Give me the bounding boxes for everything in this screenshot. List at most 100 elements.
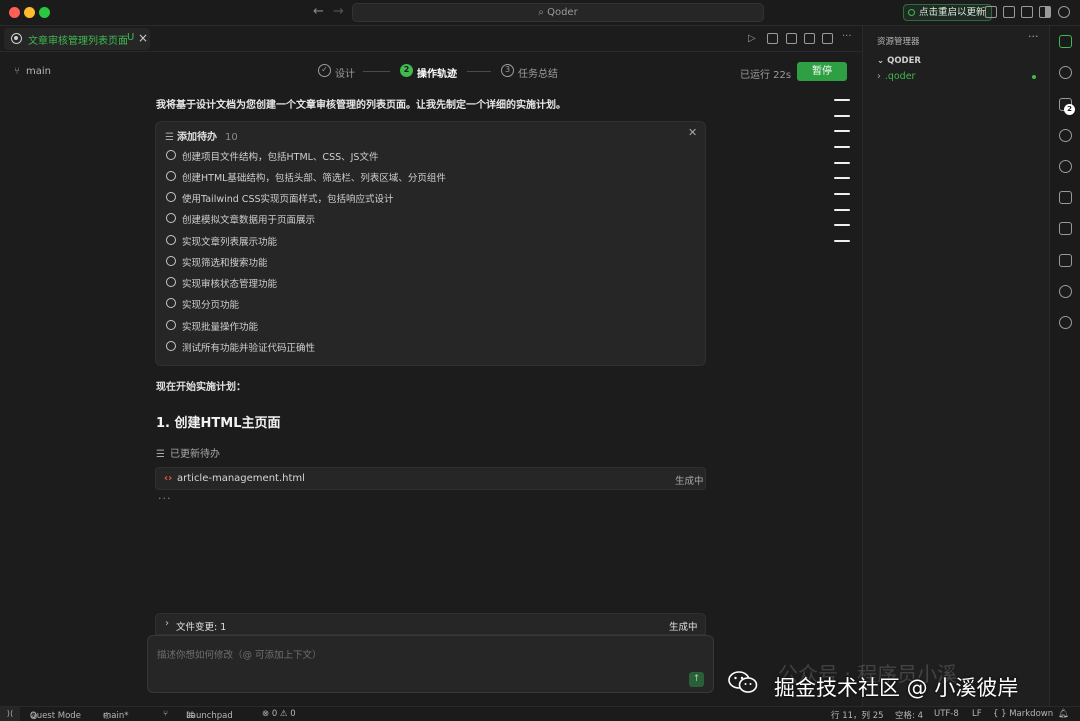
watermark-text: 掘金技术社区 @ 小溪彼岸 bbox=[774, 676, 1019, 700]
toggle-sidebar-right-icon[interactable] bbox=[1039, 6, 1051, 18]
step-connector bbox=[363, 71, 390, 72]
tab-article-review[interactable]: 文章审核管理列表页面 U × bbox=[4, 28, 150, 50]
explorer-files-icon[interactable] bbox=[1059, 35, 1072, 48]
tab-close-icon[interactable]: × bbox=[138, 31, 148, 45]
minimap-mark[interactable] bbox=[834, 177, 850, 179]
file-changes-label: 文件变更: 1 bbox=[176, 622, 227, 633]
section-heading: 1. 创建HTML主页面 bbox=[156, 416, 281, 431]
search-icon: ⌕ bbox=[538, 7, 548, 18]
editor-tab-bar: 文章审核管理列表页面 U × bbox=[0, 26, 862, 52]
todo-header: ☰ 添加待办 10 bbox=[165, 128, 238, 143]
checkbox-circle-icon[interactable] bbox=[166, 150, 176, 160]
launchpad-label: Launchpad bbox=[186, 711, 233, 721]
todo-text: 实现文章列表展示功能 bbox=[182, 237, 278, 248]
toggle-sidebar-left-icon[interactable] bbox=[1003, 6, 1015, 18]
split-editor-icon[interactable] bbox=[822, 33, 833, 44]
updated-todo-note[interactable]: ☰ 已更新待办 bbox=[156, 445, 220, 460]
checkbox-circle-icon[interactable] bbox=[166, 277, 176, 287]
pause-button[interactable]: 暂停 bbox=[797, 62, 847, 81]
minimap-mark[interactable] bbox=[834, 209, 850, 211]
encoding-setting[interactable]: UTF-8 bbox=[934, 709, 959, 719]
todo-count: 10 bbox=[224, 132, 238, 143]
forward-arrow-icon[interactable]: → bbox=[333, 4, 344, 19]
step-connector bbox=[467, 71, 491, 72]
code-file-icon: ‹› bbox=[164, 473, 173, 484]
chat-input[interactable]: 描述你想如何修改（@ 可添加上下文） ↑ bbox=[147, 635, 714, 693]
minimap-mark[interactable] bbox=[834, 115, 850, 117]
minimize-window-button[interactable] bbox=[24, 7, 35, 18]
send-icon[interactable]: ↑ bbox=[689, 672, 704, 687]
checkbox-circle-icon[interactable] bbox=[166, 320, 176, 330]
more-actions-icon[interactable]: ··· bbox=[1028, 30, 1039, 43]
collapse-icon[interactable]: ✕ bbox=[688, 126, 697, 139]
source-control-badge: 2 bbox=[1064, 104, 1075, 115]
line-ending-setting[interactable]: LF bbox=[972, 709, 982, 719]
notifications-bell-icon[interactable]: 🔔︎ bbox=[1058, 709, 1069, 719]
minimap-mark[interactable] bbox=[834, 146, 850, 148]
remote-explorer-icon[interactable] bbox=[1059, 222, 1072, 235]
close-window-button[interactable] bbox=[9, 7, 20, 18]
branch-name: main bbox=[26, 66, 51, 77]
search-icon[interactable] bbox=[1059, 66, 1072, 79]
file-status: 生成中 bbox=[675, 476, 704, 487]
file-changes-status: 生成中 bbox=[669, 622, 698, 633]
copy-icon[interactable] bbox=[786, 33, 797, 44]
checkbox-circle-icon[interactable] bbox=[166, 171, 176, 181]
checkbox-circle-icon[interactable] bbox=[166, 235, 176, 245]
minimap-mark[interactable] bbox=[834, 130, 850, 132]
extensions-icon[interactable] bbox=[1059, 254, 1072, 267]
checkbox-circle-icon[interactable] bbox=[166, 192, 176, 202]
indentation-setting[interactable]: 空格: 4 bbox=[895, 709, 923, 721]
update-icon bbox=[908, 9, 915, 16]
file-name: article-management.html bbox=[177, 473, 305, 484]
compass-icon[interactable] bbox=[1059, 129, 1072, 142]
checkbox-circle-icon[interactable] bbox=[166, 341, 176, 351]
run-icon[interactable]: ▷ bbox=[748, 33, 759, 44]
todo-text: 实现分页功能 bbox=[182, 300, 240, 311]
source-control-status-icon[interactable]: ⑂ bbox=[163, 709, 168, 719]
minimap-mark[interactable] bbox=[834, 162, 850, 164]
history-icon[interactable] bbox=[804, 33, 815, 44]
minimap-mark[interactable] bbox=[834, 193, 850, 195]
todo-text: 实现筛选和搜索功能 bbox=[182, 258, 268, 269]
explorer-section-qoder[interactable]: ⌄ QODER bbox=[877, 56, 921, 66]
toggle-panel-icon[interactable] bbox=[1021, 6, 1033, 18]
assistant-message: 我将基于设计文档为您创建一个文章审核管理的列表页面。让我先制定一个详细的实施计划… bbox=[156, 100, 566, 111]
problems-indicator[interactable]: ⊗ 0 ⚠ 0 bbox=[262, 709, 296, 719]
extensions-cluster-icon[interactable] bbox=[1059, 160, 1072, 173]
settings-sync-icon[interactable] bbox=[1059, 316, 1072, 329]
maximize-window-button[interactable] bbox=[39, 7, 50, 18]
wechat-logo-icon bbox=[728, 671, 758, 693]
checkbox-circle-icon[interactable] bbox=[166, 256, 176, 266]
preview-icon[interactable] bbox=[767, 33, 778, 44]
more-actions-icon[interactable]: ··· bbox=[842, 32, 853, 44]
minimap-mark[interactable] bbox=[834, 99, 850, 101]
todo-text: 使用Tailwind CSS实现页面样式，包括响应式设计 bbox=[182, 194, 394, 205]
runtime-label: 已运行 22s bbox=[740, 70, 792, 81]
generated-file-card[interactable]: ‹› article-management.html 生成中 bbox=[155, 467, 706, 490]
updated-todo-label: 已更新待办 bbox=[169, 449, 220, 460]
restart-update-button[interactable]: 点击重启以更新 bbox=[903, 4, 992, 21]
chevron-down-icon: ⌄ bbox=[877, 56, 888, 66]
minimap-mark[interactable] bbox=[834, 224, 850, 226]
command-search-box[interactable]: ⌕ Qoder bbox=[352, 3, 764, 22]
file-changes-bar[interactable]: › 文件变更: 1 生成中 bbox=[155, 613, 706, 635]
todo-text: 创建项目文件结构，包括HTML、CSS、JS文件 bbox=[182, 152, 379, 163]
search-label: Qoder bbox=[547, 7, 578, 18]
chevron-right-icon: › bbox=[877, 71, 881, 82]
cursor-position[interactable]: 行 11，列 25 bbox=[831, 709, 884, 721]
step-label: 操作轨迹 bbox=[417, 69, 457, 80]
checkbox-circle-icon[interactable] bbox=[166, 213, 176, 223]
run-debug-icon[interactable] bbox=[1059, 191, 1072, 204]
timeline-icon[interactable] bbox=[1059, 285, 1072, 298]
checkbox-circle-icon[interactable] bbox=[166, 298, 176, 308]
back-arrow-icon[interactable]: ← bbox=[313, 4, 324, 19]
account-icon[interactable] bbox=[1058, 6, 1070, 18]
layout-grid-icon[interactable] bbox=[985, 6, 997, 18]
language-mode[interactable]: { } Markdown bbox=[993, 709, 1053, 719]
remote-icon[interactable]: ⟩⟨ bbox=[0, 707, 20, 721]
branch-indicator[interactable]: ⑂ main bbox=[14, 66, 51, 77]
folder-item-qoder[interactable]: › .qoder bbox=[877, 71, 915, 82]
step-number: 2 bbox=[400, 64, 413, 77]
minimap-mark[interactable] bbox=[834, 240, 850, 242]
